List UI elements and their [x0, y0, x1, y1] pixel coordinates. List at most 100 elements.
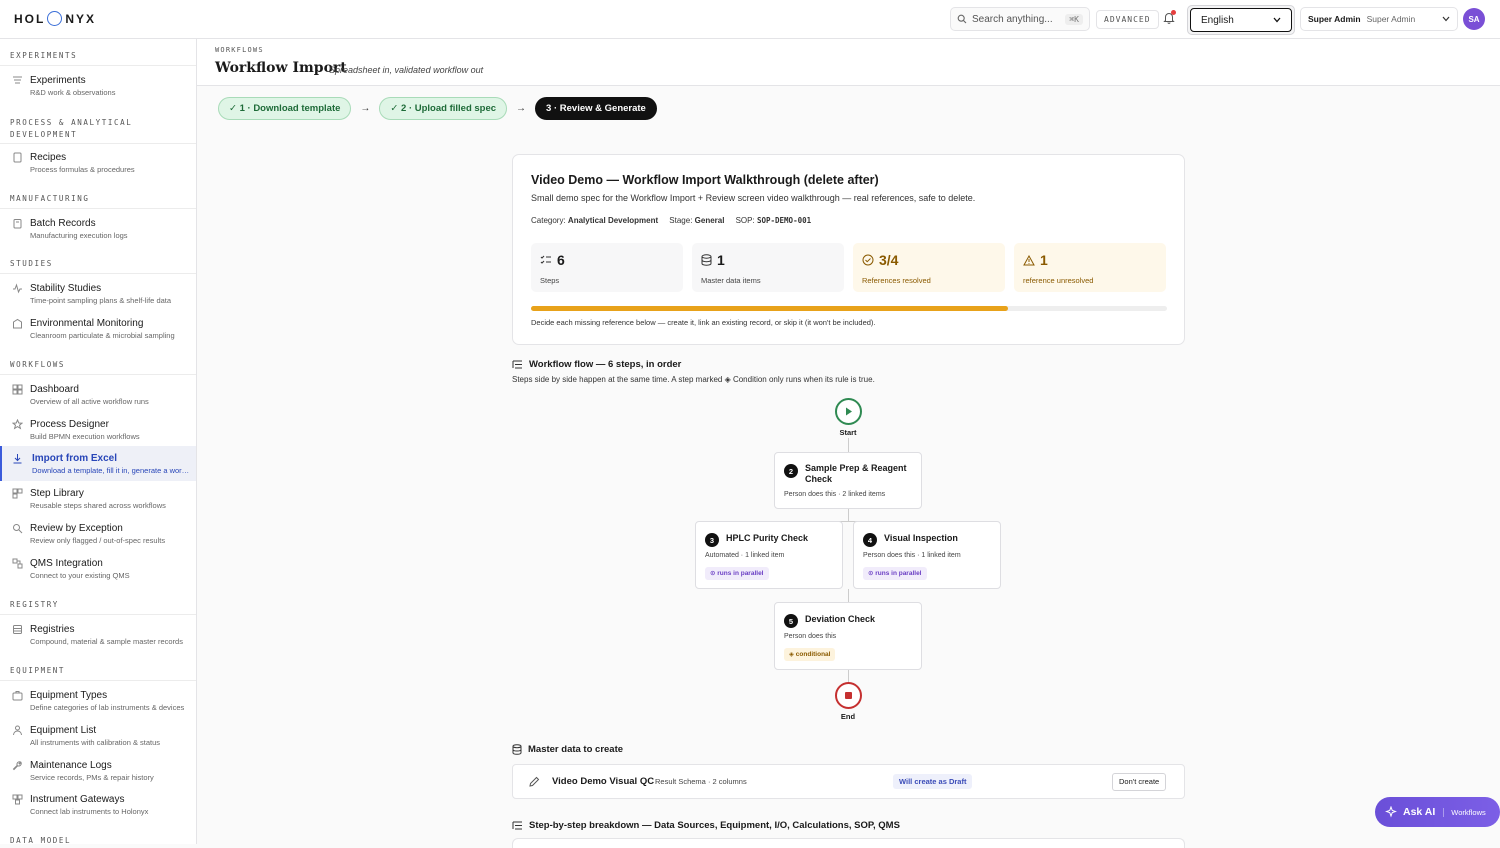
stat-label: References resolved: [862, 276, 931, 285]
registry-icon: [13, 625, 22, 634]
step-arrow-icon: →: [516, 103, 527, 114]
breakdown-card: [512, 838, 1185, 848]
flask-icon: [13, 76, 22, 84]
checklist-icon: [540, 255, 551, 264]
stat-value: 1: [717, 252, 725, 268]
flow-subtitle: Steps side by side happen at the same ti…: [512, 375, 875, 384]
stat-references-resolved: 3/4 References resolved: [853, 243, 1005, 292]
step-arrow-icon: →: [360, 103, 371, 114]
flow-heading-text: Workflow flow — 6 steps, in order: [529, 359, 682, 370]
sidebar-item-desc: R&D work & observations: [30, 88, 116, 97]
sidebar-item-desc: Service records, PMs & repair history: [30, 773, 154, 782]
sidebar-item-label: Import from Excel: [32, 453, 118, 464]
language-select-wrapper: English: [1187, 5, 1295, 35]
breakdown-heading-text: Step-by-step breakdown — Data Sources, E…: [529, 820, 900, 831]
logo-text-right: NYX: [65, 11, 97, 26]
sidebar-section-studies: STUDIES: [0, 258, 196, 274]
sidebar-item-label: Environmental Monitoring: [30, 318, 144, 329]
sidebar-item-desc: Manufacturing execution logs: [30, 231, 128, 240]
sidebar-item-desc: Reusable steps shared across workflows: [30, 501, 166, 510]
sparkle-icon: [1385, 806, 1397, 818]
sidebar-item-qms-integration[interactable]: QMS Integration Connect to your existing…: [0, 557, 196, 591]
sidebar-item-label: Step Library: [30, 488, 84, 499]
breadcrumb[interactable]: WORKFLOWS: [215, 46, 264, 54]
dont-create-button[interactable]: Don't create: [1112, 773, 1167, 791]
step-name: Visual Inspection: [884, 533, 958, 543]
sop-label: SOP:: [735, 216, 755, 225]
sidebar-section-experiments: EXPERIMENTS: [0, 50, 196, 66]
stage-value: General: [694, 216, 725, 225]
global-search[interactable]: Search anything... ⌘K: [950, 7, 1090, 31]
parallel-tag: ⊙ runs in parallel: [705, 567, 769, 580]
play-icon: [845, 407, 852, 416]
flow-step-node[interactable]: 5 Deviation Check Person does this ◈ cond…: [774, 602, 922, 670]
step-desc: Person does this · 2 linked items: [784, 491, 886, 498]
step-review-generate[interactable]: 3 · Review & Generate: [535, 97, 657, 120]
sidebar-item-desc: Overview of all active workflow runs: [30, 397, 149, 406]
page-title: Workflow Import: [215, 60, 347, 76]
flow-step-node[interactable]: 3 HPLC Purity Check Automated · 1 linked …: [695, 521, 843, 589]
sidebar-item-experiments[interactable]: Experiments R&D work & observations: [0, 74, 196, 108]
sidebar-item-desc: Connect lab instruments to Holonyx: [30, 807, 149, 816]
sidebar-item-import-from-excel[interactable]: Import from Excel Download a template, f…: [0, 446, 196, 481]
flow-step-node[interactable]: 4 Visual Inspection Person does this · 1 …: [853, 521, 1001, 589]
flow-step-node[interactable]: 2 Sample Prep & Reagent Check Person does…: [774, 452, 922, 509]
warning-icon: [1023, 254, 1035, 265]
flow-end-node[interactable]: [835, 682, 862, 709]
plug-icon: [12, 558, 23, 569]
user-menu[interactable]: Super Admin Super Admin: [1300, 7, 1458, 31]
step-download-template[interactable]: ✓ 1 · Download template: [218, 97, 352, 120]
conditional-tag: ◈ conditional: [784, 648, 836, 661]
app-logo[interactable]: HOL NYX: [14, 11, 96, 26]
sidebar-item-label: Maintenance Logs: [30, 760, 112, 771]
user-name: Super Admin: [1366, 14, 1416, 24]
sidebar-item-step-library[interactable]: Step Library Reusable steps shared acros…: [0, 487, 196, 521]
stat-steps: 6 Steps: [531, 243, 683, 292]
sidebar-item-label: Equipment List: [30, 725, 97, 736]
sidebar-item-label: Recipes: [30, 152, 67, 163]
database-icon: [512, 744, 522, 755]
language-select[interactable]: English: [1190, 8, 1292, 32]
sidebar-item-stability-studies[interactable]: Stability Studies Time-point sampling pl…: [0, 282, 196, 316]
master-item-type: Result Schema · 2 columns: [655, 777, 747, 786]
chevron-down-icon: [1273, 17, 1281, 23]
sidebar-section-process: PROCESS & ANALYTICAL DEVELOPMENT: [0, 116, 196, 144]
notifications-button[interactable]: [1163, 10, 1176, 29]
sidebar-item-batch-records[interactable]: Batch Records Manufacturing execution lo…: [0, 217, 196, 251]
sidebar-item-environmental-monitoring[interactable]: Environmental Monitoring Cleanroom parti…: [0, 317, 196, 351]
resolution-progress-bar: [531, 306, 1167, 311]
sidebar-item-registries[interactable]: Registries Compound, material & sample m…: [0, 623, 196, 657]
box-icon: [12, 691, 23, 701]
sidebar-item-equipment-types[interactable]: Equipment Types Define categories of lab…: [0, 689, 196, 723]
language-value: English: [1201, 14, 1234, 26]
avatar[interactable]: SA: [1463, 8, 1485, 30]
flow-start-node[interactable]: [835, 398, 862, 425]
sidebar-item-label: Batch Records: [30, 218, 96, 229]
library-icon: [12, 488, 23, 499]
wizard-steps: ✓ 1 · Download template → ✓ 2 · Upload f…: [218, 97, 657, 120]
sidebar-item-desc: Cleanroom particulate & microbial sampli…: [30, 331, 175, 340]
advanced-button[interactable]: ADVANCED: [1096, 10, 1159, 29]
sidebar-item-recipes[interactable]: Recipes Process formulas & procedures: [0, 151, 196, 185]
gateway-icon: [12, 794, 23, 805]
grid-icon: [12, 384, 23, 395]
flow-list-icon: [512, 821, 522, 830]
sidebar-item-label: Process Designer: [30, 419, 109, 430]
sidebar-item-dashboard[interactable]: Dashboard Overview of all active workflo…: [0, 383, 196, 417]
logo-text-left: HOL: [14, 11, 46, 26]
breakdown-heading: Step-by-step breakdown — Data Sources, E…: [512, 820, 900, 831]
ask-ai-button[interactable]: Ask AI Workflows: [1375, 797, 1500, 827]
step-number: 5: [784, 614, 798, 628]
sidebar-item-maintenance-logs[interactable]: Maintenance Logs Service records, PMs & …: [0, 759, 196, 793]
sidebar-item-label: QMS Integration: [30, 558, 103, 569]
sidebar-item-instrument-gateways[interactable]: Instrument Gateways Connect lab instrume…: [0, 793, 196, 827]
stat-value: 6: [557, 252, 565, 268]
pulse-icon: [13, 283, 22, 294]
flow-connector: [848, 438, 849, 452]
sidebar-item-desc: Build BPMN execution workflows: [30, 432, 140, 441]
stat-value: 3/4: [879, 252, 899, 268]
category-value: Analytical Development: [567, 216, 659, 225]
sidebar-item-review-by-exception[interactable]: Review by Exception Review only flagged …: [0, 522, 196, 556]
step-upload-spec[interactable]: ✓ 2 · Upload filled spec: [379, 97, 508, 120]
sidebar-item-equipment-list[interactable]: Equipment List All instruments with cali…: [0, 724, 196, 758]
